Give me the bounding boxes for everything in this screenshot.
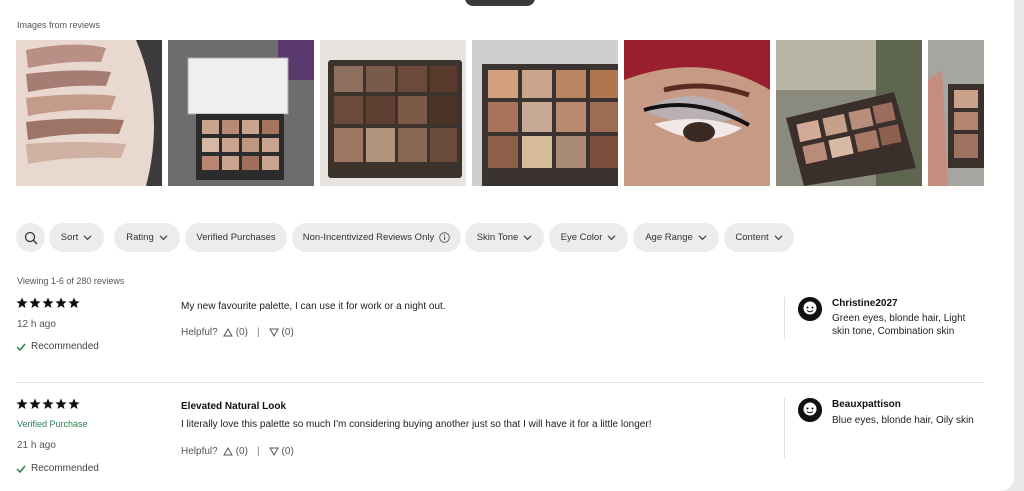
helpful-up-button[interactable]: (0) — [222, 446, 248, 457]
verified-purchases-filter[interactable]: Verified Purchases — [185, 223, 287, 252]
review-body: I literally love this palette so much I'… — [181, 419, 652, 430]
rating-filter-label: Rating — [126, 232, 154, 243]
helpful-down-button[interactable]: (0) — [268, 327, 294, 338]
chevron-down-icon — [698, 235, 707, 241]
non-incentivized-label: Non-Incentivized Reviews Only — [302, 232, 435, 243]
search-button[interactable] — [16, 223, 45, 252]
star-icon — [55, 398, 67, 409]
recommended-badge: Recommended — [16, 463, 99, 474]
drag-handle[interactable] — [465, 0, 535, 6]
eye-color-label: Eye Color — [560, 232, 603, 243]
reviewer-info: Blue eyes, blonde hair, Oily skin — [832, 415, 974, 426]
user-avatar-icon — [798, 297, 822, 321]
review-image-gallery — [16, 40, 984, 186]
up-count: (0) — [235, 446, 248, 457]
age-range-filter[interactable]: Age Range — [633, 223, 719, 252]
star-icon — [16, 398, 28, 409]
star-icon — [16, 297, 28, 308]
star-rating — [16, 297, 80, 309]
star-icon — [55, 297, 67, 308]
star-rating — [16, 398, 80, 410]
content-filter-label: Content — [735, 232, 769, 243]
review-time: 21 h ago — [17, 440, 56, 451]
reviews-panel: Images from reviews Sort Rating Verified… — [0, 0, 1014, 491]
vote-separator: | — [256, 327, 260, 338]
review-divider-vertical — [784, 297, 785, 339]
info-icon[interactable] — [439, 232, 450, 243]
recommended-label: Recommended — [31, 463, 99, 474]
review-image-palette-table[interactable] — [168, 40, 314, 186]
content-filter[interactable]: Content — [724, 223, 794, 252]
triangle-down-icon — [268, 447, 279, 456]
recommended-label: Recommended — [31, 341, 99, 352]
avatar[interactable] — [798, 297, 822, 321]
verified-purchases-label: Verified Purchases — [196, 232, 276, 243]
helpful-row: Helpful? (0) | (0) — [181, 446, 294, 457]
triangle-up-icon — [222, 328, 233, 337]
skin-tone-filter[interactable]: Skin Tone — [465, 223, 544, 252]
review-count: Viewing 1-6 of 280 reviews — [17, 276, 125, 286]
check-icon — [16, 465, 26, 473]
star-icon — [68, 398, 80, 409]
review-image-eye-look[interactable] — [624, 40, 770, 186]
reviewer-name[interactable]: Beauxpattison — [832, 399, 901, 410]
rating-filter[interactable]: Rating — [114, 223, 180, 252]
helpful-label: Helpful? — [181, 327, 218, 338]
reviewer-info: Green eyes, blonde hair, Light skin tone… — [832, 313, 966, 337]
user-avatar-icon — [798, 398, 822, 422]
vote-separator: | — [256, 446, 260, 457]
star-icon — [29, 398, 41, 409]
triangle-down-icon — [268, 328, 279, 337]
check-icon — [16, 343, 26, 351]
down-count: (0) — [281, 446, 294, 457]
star-icon — [29, 297, 41, 308]
chevron-down-icon — [159, 235, 168, 241]
chevron-down-icon — [607, 235, 616, 241]
review-divider-vertical — [784, 398, 785, 458]
review-body: My new favourite palette, I can use it f… — [181, 301, 446, 312]
recommended-badge: Recommended — [16, 341, 99, 352]
chevron-down-icon — [774, 235, 783, 241]
up-count: (0) — [235, 327, 248, 338]
review-time: 12 h ago — [17, 319, 56, 330]
star-icon — [42, 297, 54, 308]
down-count: (0) — [281, 327, 294, 338]
review-title: Elevated Natural Look — [181, 401, 287, 412]
skin-tone-label: Skin Tone — [476, 232, 519, 243]
helpful-row: Helpful? (0) | (0) — [181, 327, 294, 338]
star-icon — [42, 398, 54, 409]
gallery-title: Images from reviews — [17, 20, 101, 30]
helpful-down-button[interactable]: (0) — [268, 446, 294, 457]
review-image-palette-fur[interactable] — [320, 40, 466, 186]
triangle-up-icon — [222, 447, 233, 456]
search-icon — [24, 231, 37, 244]
age-range-label: Age Range — [645, 232, 693, 243]
verified-purchase-badge: Verified Purchase — [17, 419, 88, 429]
review-image-palette-partial[interactable] — [928, 40, 984, 186]
non-incentivized-filter[interactable]: Non-Incentivized Reviews Only — [292, 223, 461, 252]
avatar[interactable] — [798, 398, 822, 422]
review-image-palette-hand[interactable] — [776, 40, 922, 186]
sort-filter[interactable]: Sort — [49, 223, 104, 252]
reviewer-name[interactable]: Christine2027 — [832, 298, 898, 309]
chevron-down-icon — [83, 235, 92, 241]
helpful-label: Helpful? — [181, 446, 218, 457]
sort-filter-label: Sort — [60, 232, 79, 243]
eye-color-filter[interactable]: Eye Color — [549, 223, 628, 252]
star-icon — [68, 297, 80, 308]
review-image-palette-closeup[interactable] — [472, 40, 618, 186]
helpful-up-button[interactable]: (0) — [222, 327, 248, 338]
review-image-arm-swatches[interactable] — [16, 40, 162, 186]
chevron-down-icon — [523, 235, 532, 241]
review-separator — [16, 382, 984, 383]
